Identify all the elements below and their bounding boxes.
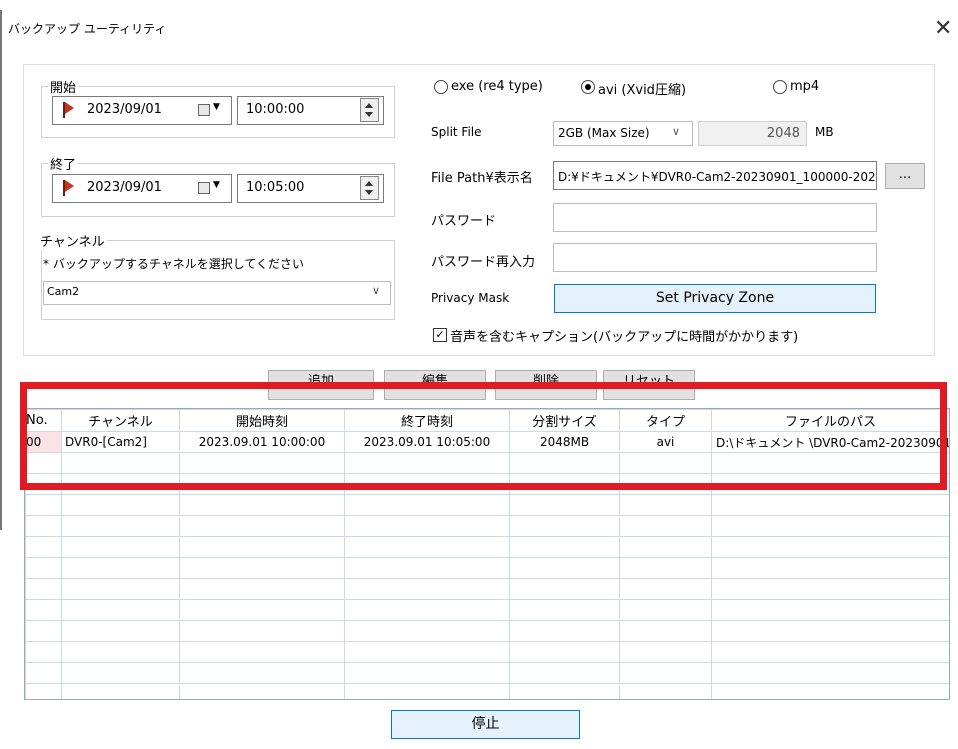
end-group-label: 終了 <box>48 154 79 173</box>
audio-caption-label: 音声を含むキャプション(バックアップに時間がかかります) <box>450 330 799 345</box>
set-privacy-zone-button[interactable]: Set Privacy Zone <box>554 284 876 313</box>
table-row[interactable] <box>25 599 949 621</box>
radio-avi-label: avi (Xvid圧縮) <box>598 83 687 98</box>
radio-mp4[interactable] <box>773 80 787 94</box>
start-date-value: 2023/09/01 <box>87 102 162 117</box>
split-file-select[interactable]: 2GB (Max Size) ∨ <box>553 121 693 146</box>
table-row[interactable] <box>25 536 949 558</box>
table-row[interactable] <box>25 515 949 537</box>
channel-select[interactable]: Cam2 ∨ <box>43 281 391 305</box>
table-row[interactable] <box>25 557 949 579</box>
calendar-icon[interactable] <box>198 104 210 116</box>
audio-caption-checkbox[interactable]: ✓ <box>433 328 447 342</box>
radio-avi[interactable] <box>581 80 595 94</box>
password-field[interactable] <box>553 203 877 232</box>
channel-group <box>41 240 395 320</box>
end-time-value: 10:05:00 <box>246 180 305 195</box>
calendar-icon[interactable] <box>198 182 210 194</box>
chevron-down-icon[interactable]: ▼ <box>213 102 220 112</box>
chevron-down-icon[interactable]: ▼ <box>213 180 220 190</box>
file-path-label: File Path¥表示名 <box>431 171 533 186</box>
end-time-spinner[interactable] <box>360 176 379 200</box>
table-row[interactable] <box>25 683 949 699</box>
privacy-mask-label: Privacy Mask <box>431 291 510 305</box>
table-row[interactable] <box>25 641 949 663</box>
end-date-picker[interactable]: 2023/09/01 ▼ <box>52 174 232 203</box>
channel-group-label: チャンネル <box>38 231 107 250</box>
password-confirm-label: パスワード再入力 <box>431 255 536 270</box>
split-size-value: 2048 <box>766 126 800 141</box>
end-date-value: 2023/09/01 <box>87 180 162 195</box>
chevron-down-icon: ∨ <box>372 284 381 297</box>
end-time-field[interactable]: 10:05:00 <box>237 174 384 203</box>
split-file-label: Split File <box>431 125 482 139</box>
password-confirm-field[interactable] <box>553 243 877 272</box>
split-size-unit: MB <box>815 125 834 139</box>
start-time-field[interactable]: 10:00:00 <box>237 96 384 125</box>
split-file-select-value: 2GB (Max Size) <box>558 126 650 140</box>
start-date-picker[interactable]: 2023/09/01 ▼ <box>52 96 232 125</box>
chevron-down-icon: ∨ <box>672 125 681 138</box>
channel-hint: * バックアップするチャネルを選択してください <box>43 257 304 271</box>
radio-mp4-label: mp4 <box>790 79 820 94</box>
start-time-spinner[interactable] <box>360 98 379 122</box>
channel-select-value: Cam2 <box>47 285 80 298</box>
password-label: パスワード <box>431 214 497 229</box>
table-row[interactable] <box>25 578 949 600</box>
table-row[interactable] <box>25 620 949 642</box>
file-path-field[interactable]: D:¥ドキュメント¥DVR0-Cam2-20230901_100000-2023… <box>553 161 877 190</box>
window-left-edge <box>0 10 2 530</box>
flag-icon <box>63 102 74 118</box>
browse-button[interactable]: ... <box>885 163 925 189</box>
split-size-field: 2048 <box>698 121 807 146</box>
start-time-value: 10:00:00 <box>246 102 305 117</box>
window-title: バックアップ ユーティリティ <box>8 22 167 36</box>
flag-icon <box>63 180 74 196</box>
close-icon[interactable]: ✕ <box>934 16 952 41</box>
start-group-label: 開始 <box>48 77 79 96</box>
highlight-frame <box>20 382 947 490</box>
table-row[interactable] <box>25 494 949 516</box>
table-row[interactable] <box>25 662 949 684</box>
stop-button[interactable]: 停止 <box>391 710 580 739</box>
file-path-value: D:¥ドキュメント¥DVR0-Cam2-20230901_100000-2023… <box>558 170 877 184</box>
radio-exe[interactable] <box>434 80 448 94</box>
radio-exe-label: exe (re4 type) <box>451 79 543 94</box>
